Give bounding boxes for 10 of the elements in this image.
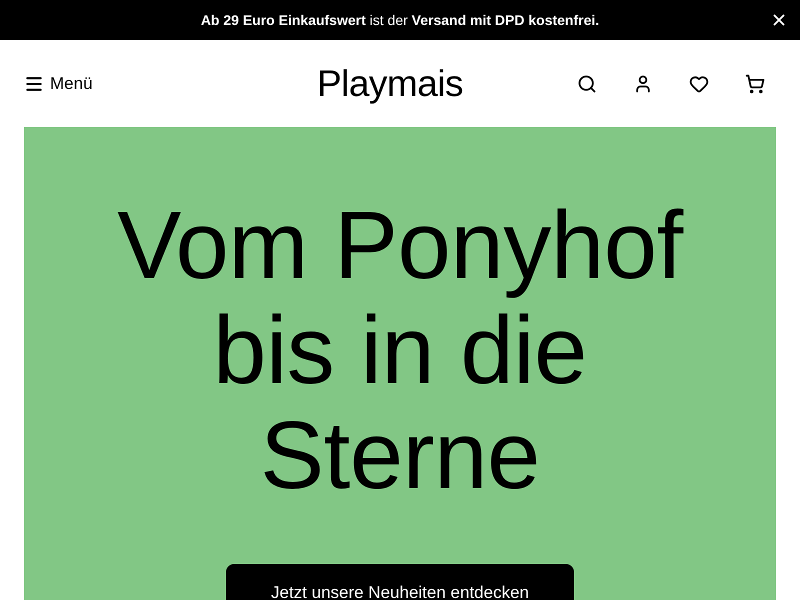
heart-icon <box>688 74 709 94</box>
announcement-text: Ab 29 Euro Einkaufswert ist der Versand mit DPD kostenfrei. <box>200 10 600 30</box>
search-button[interactable] <box>576 72 598 94</box>
cart-button[interactable] <box>744 72 766 94</box>
menu-button[interactable]: Menü <box>24 70 93 96</box>
search-icon <box>576 74 597 94</box>
hero-headline: Vom Ponyhof bis in die Sterne <box>116 193 684 508</box>
cart-icon <box>744 74 765 94</box>
cta-button[interactable]: Jetzt unsere Neuheiten entdecken <box>226 564 574 600</box>
logo[interactable]: Playmais <box>316 65 464 102</box>
